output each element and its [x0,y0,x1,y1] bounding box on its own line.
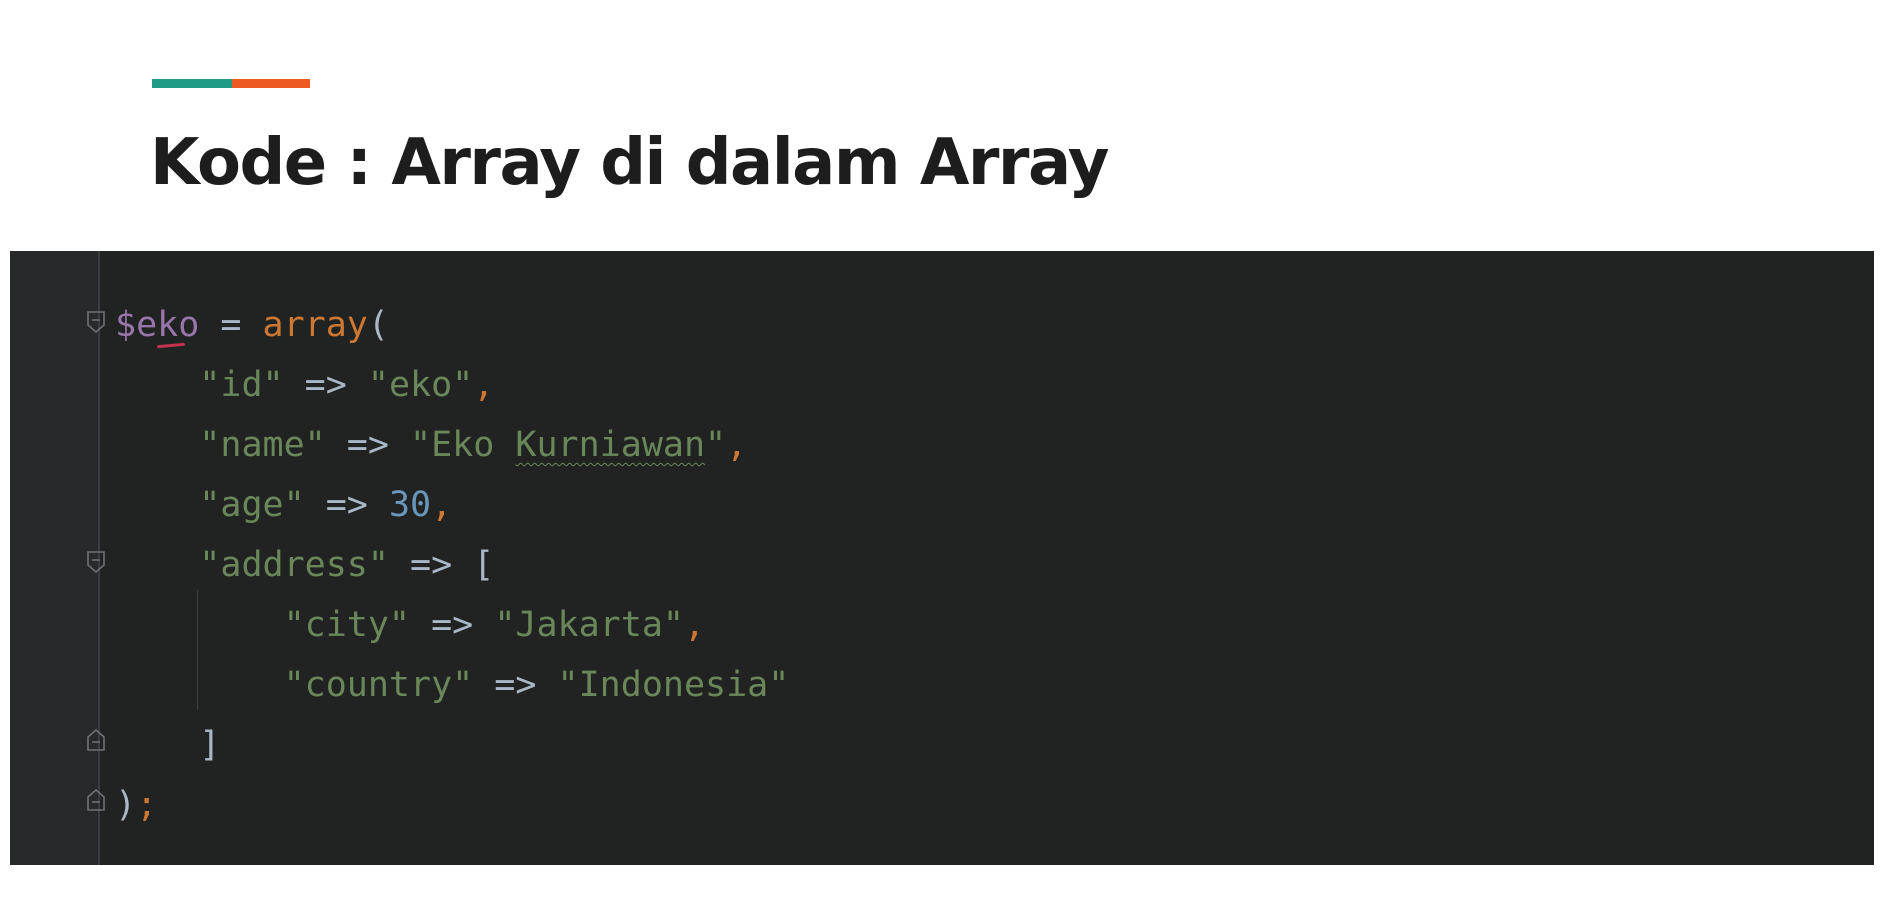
code-editor: $eko = array( "id" => "eko", "name" => "… [10,251,1874,865]
title-accent-bar [152,79,310,88]
code-token: => [ [388,545,495,585]
accent-segment-orange [232,79,310,88]
code-token: array [262,305,368,345]
code-token: => [410,605,495,645]
fold-open-icon[interactable] [87,311,105,333]
code-token: "Eko [410,425,516,465]
code-token: "Jakarta" [494,605,684,645]
code-token: => [325,425,411,465]
code-token: , [726,425,748,465]
code-token: $eko [115,305,200,345]
code-line[interactable]: "id" => "eko", [115,355,789,415]
code-token: "age" [199,485,305,525]
code-token: ; [136,785,158,825]
slide-title: Kode : Array di dalam Array [150,126,1109,200]
code-token: ) [115,785,137,825]
code-token: ] [115,725,221,765]
code-token: , [431,485,453,525]
code-line[interactable]: "city" => "Jakarta", [115,595,789,655]
code-line[interactable]: $eko = array( [115,295,789,355]
code-token: = [199,305,263,345]
code-line[interactable]: "name" => "Eko Kurniawan", [115,415,789,475]
code-token: => [304,485,389,525]
code-token: Kurniawan [515,425,706,465]
code-token: => [283,365,368,405]
fold-close-icon[interactable] [87,789,105,811]
editor-gutter [10,251,98,865]
code-token: , [473,365,495,405]
code-token: "id" [199,365,284,405]
code-token: "Indonesia" [557,665,790,705]
code-line[interactable]: "country" => "Indonesia" [115,655,790,715]
code-line[interactable]: ] [115,715,789,775]
fold-open-icon[interactable] [87,551,105,573]
code-token: " [705,425,727,465]
code-token: => [473,665,558,705]
accent-segment-teal [152,79,232,88]
code-token: "eko" [367,365,474,405]
code-token: "address" [199,545,389,585]
code-line[interactable]: "address" => [ [115,535,789,595]
code-line[interactable]: "age" => 30, [115,475,789,535]
code-token: ( [367,305,389,345]
code-token: "city" [283,605,411,645]
code-token: "country" [283,665,474,705]
code-token: "name" [199,425,326,465]
code-block[interactable]: $eko = array( "id" => "eko", "name" => "… [115,295,789,835]
fold-close-icon[interactable] [87,729,105,751]
code-line[interactable]: ); [115,775,789,835]
code-token: , [683,605,706,645]
code-token: 30 [388,485,432,525]
